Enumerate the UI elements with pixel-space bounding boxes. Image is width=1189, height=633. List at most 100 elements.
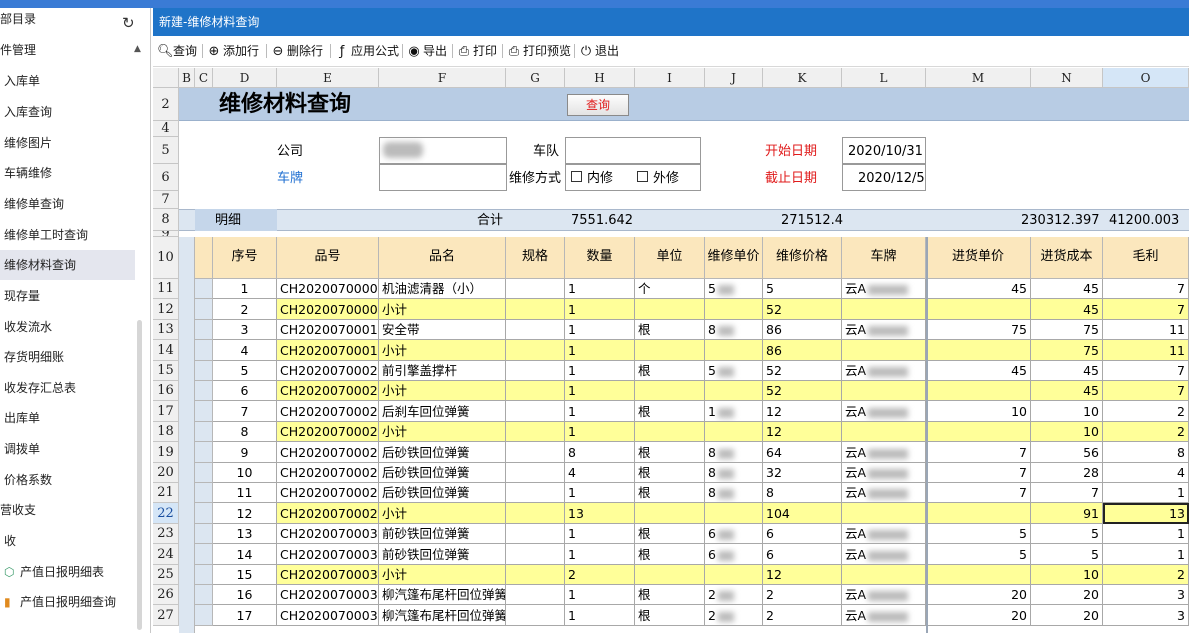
table-cell-unit[interactable]: 根: [635, 585, 705, 605]
table-cell-price[interactable]: 86: [763, 340, 842, 361]
table-cell-cost[interactable]: 10: [1031, 422, 1103, 442]
column-header-c[interactable]: C: [195, 68, 213, 88]
table-cell-code[interactable]: CH20200700029: [277, 442, 379, 463]
table-cell-spec[interactable]: [506, 422, 565, 442]
table-header-cell[interactable]: 序号: [213, 237, 277, 279]
table-cell-uprice[interactable]: 8: [705, 320, 763, 340]
row-header[interactable]: 8: [153, 209, 179, 231]
table-cell-cost[interactable]: 56: [1031, 442, 1103, 463]
table-cell-qty[interactable]: 1: [565, 381, 635, 401]
table-cell-plate[interactable]: 云A: [842, 361, 926, 381]
table-cell-price[interactable]: 64: [763, 442, 842, 463]
table-cell-seq[interactable]: 8: [213, 422, 277, 442]
table-cell-spec[interactable]: [506, 463, 565, 483]
row-header[interactable]: 22: [153, 503, 179, 524]
table-cell-seq[interactable]: 1: [213, 279, 277, 299]
table-cell-seq[interactable]: 7: [213, 401, 277, 422]
table-cell-name[interactable]: 小计: [379, 422, 506, 442]
table-cell-plate[interactable]: 云A: [842, 279, 926, 299]
sidebar-item[interactable]: 收: [0, 526, 144, 556]
row-header[interactable]: 21: [153, 483, 179, 503]
sidebar-item[interactable]: 出库单: [0, 403, 144, 433]
table-cell-seq[interactable]: 10: [213, 463, 277, 483]
table-cell-plate[interactable]: [842, 503, 926, 524]
table-cell-spec[interactable]: [506, 279, 565, 299]
table-cell-profit[interactable]: 1: [1103, 524, 1189, 544]
column-header-k[interactable]: K: [763, 68, 842, 88]
table-cell-code[interactable]: CH20200700021: [277, 381, 379, 401]
table-cell-cost-unit[interactable]: [926, 422, 1031, 442]
column-header-g[interactable]: G: [506, 68, 565, 88]
table-cell-unit[interactable]: 个: [635, 279, 705, 299]
table-cell-spec[interactable]: [506, 299, 565, 320]
sidebar-item[interactable]: 部目录: [0, 8, 140, 34]
table-cell-code[interactable]: CH20200700030: [277, 524, 379, 544]
table-header-cell[interactable]: 单位: [635, 237, 705, 279]
external-repair-checkbox[interactable]: [637, 171, 648, 182]
table-cell-qty[interactable]: 1: [565, 340, 635, 361]
table-cell-plate[interactable]: 云A: [842, 401, 926, 422]
table-cell-spec[interactable]: [506, 565, 565, 585]
table-cell-cost-unit[interactable]: [926, 299, 1031, 320]
table-cell-price[interactable]: 52: [763, 381, 842, 401]
table-cell-qty[interactable]: 1: [565, 585, 635, 605]
table-cell-plate[interactable]: 云A: [842, 320, 926, 340]
table-cell-cost-unit[interactable]: 7: [926, 463, 1031, 483]
sidebar-item[interactable]: 调拨单: [0, 434, 144, 464]
table-header-cell[interactable]: 品名: [379, 237, 506, 279]
table-cell-price[interactable]: 32: [763, 463, 842, 483]
table-cell-qty[interactable]: 1: [565, 320, 635, 340]
table-cell-plate[interactable]: 云A: [842, 442, 926, 463]
table-cell-cost-unit[interactable]: 5: [926, 524, 1031, 544]
table-cell-cost[interactable]: 45: [1031, 299, 1103, 320]
sidebar-item[interactable]: ⬡ 产值日报明细表: [0, 557, 144, 587]
toolbar-power-button[interactable]: ⏻ 退出: [579, 41, 619, 61]
column-header-o[interactable]: O: [1103, 68, 1189, 88]
table-cell-spec[interactable]: [506, 381, 565, 401]
table-cell-name[interactable]: 前砂铁回位弹簧: [379, 544, 506, 565]
sidebar-item[interactable]: 收发流水: [0, 312, 144, 342]
row-header[interactable]: 25: [153, 565, 179, 585]
table-cell-profit[interactable]: 2: [1103, 401, 1189, 422]
table-cell-price[interactable]: 12: [763, 565, 842, 585]
table-cell-spec[interactable]: [506, 544, 565, 565]
table-cell-seq[interactable]: 13: [213, 524, 277, 544]
table-cell-qty[interactable]: 1: [565, 422, 635, 442]
table-cell-uprice[interactable]: 5: [705, 279, 763, 299]
table-cell-qty[interactable]: 1: [565, 524, 635, 544]
table-cell-cost[interactable]: 10: [1031, 401, 1103, 422]
table-cell-name[interactable]: 后砂铁回位弹簧: [379, 463, 506, 483]
toolbar-print-preview-button[interactable]: ⎙ 打印预览: [507, 41, 571, 61]
column-header-i[interactable]: I: [635, 68, 705, 88]
table-header-cell[interactable]: 维修单价: [705, 237, 763, 279]
table-cell-cost-unit[interactable]: 75: [926, 320, 1031, 340]
table-cell-cost[interactable]: 5: [1031, 544, 1103, 565]
row-header[interactable]: 20: [153, 463, 179, 483]
table-cell-price[interactable]: 6: [763, 524, 842, 544]
table-cell-unit[interactable]: 根: [635, 544, 705, 565]
table-cell-seq[interactable]: 14: [213, 544, 277, 565]
table-cell-seq[interactable]: 4: [213, 340, 277, 361]
table-cell-code[interactable]: CH20200700005: [277, 299, 379, 320]
sidebar-item[interactable]: 车辆维修: [0, 158, 144, 188]
table-cell-plate[interactable]: [842, 299, 926, 320]
table-cell-qty[interactable]: 1: [565, 279, 635, 299]
row-header[interactable]: 15: [153, 361, 179, 381]
table-cell-price[interactable]: 52: [763, 299, 842, 320]
table-cell-unit[interactable]: [635, 299, 705, 320]
table-cell-spec[interactable]: [506, 605, 565, 626]
table-cell-plate[interactable]: [842, 381, 926, 401]
column-header-h[interactable]: H: [565, 68, 635, 88]
table-cell-name[interactable]: 小计: [379, 503, 506, 524]
table-cell-cost-unit[interactable]: 10: [926, 401, 1031, 422]
table-cell-profit[interactable]: 11: [1103, 340, 1189, 361]
table-cell-code[interactable]: CH20200700019: [277, 320, 379, 340]
table-cell-plate[interactable]: 云A: [842, 605, 926, 626]
table-cell-seq[interactable]: 16: [213, 585, 277, 605]
table-cell-unit[interactable]: 根: [635, 605, 705, 626]
table-cell-spec[interactable]: [506, 585, 565, 605]
table-cell-unit[interactable]: 根: [635, 524, 705, 544]
table-cell-seq[interactable]: 2: [213, 299, 277, 320]
sidebar-item[interactable]: 存货明细账: [0, 342, 144, 372]
table-cell-profit[interactable]: 2: [1103, 565, 1189, 585]
